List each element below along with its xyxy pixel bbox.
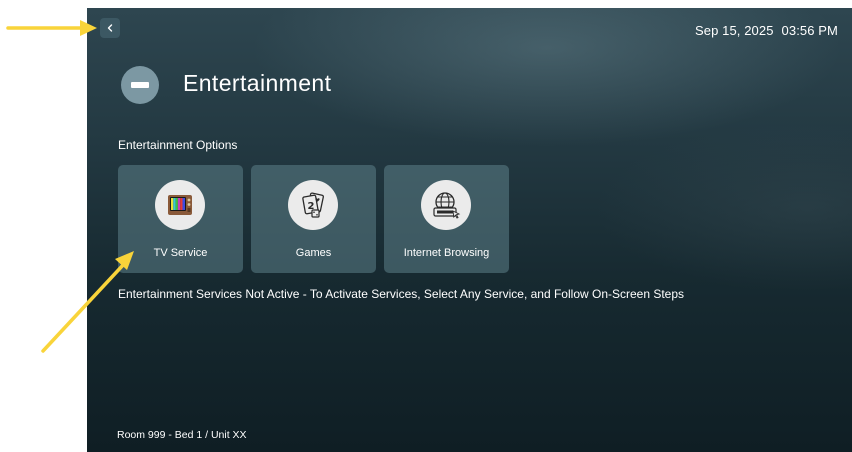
game-cards-icon: 2: [302, 192, 324, 218]
tile-icon-circle: 2: [288, 180, 338, 230]
time-text: 03:56 PM: [781, 23, 838, 38]
page: Sep 15, 2025 03:56 PM Entertainment Enter…: [0, 0, 852, 452]
service-status-notice: Entertainment Services Not Active - To A…: [118, 287, 685, 301]
entertainment-tiles: TV Service 2 Games Internet Browsing: [118, 165, 509, 273]
chevron-left-icon: [107, 24, 113, 32]
entertainment-header-icon: [121, 66, 159, 104]
tv-screen: Sep 15, 2025 03:56 PM Entertainment Enter…: [87, 8, 852, 452]
tile-icon-circle: [155, 180, 205, 230]
tile-icon-circle: [421, 180, 471, 230]
back-button[interactable]: [100, 18, 120, 38]
globe-www-icon: [433, 192, 461, 219]
tile-label: Games: [295, 247, 332, 259]
page-title: Entertainment: [183, 70, 332, 96]
date-time: Sep 15, 2025 03:56 PM: [695, 23, 838, 38]
room-info: Room 999 - Bed 1 / Unit XX: [117, 429, 247, 441]
section-label: Entertainment Options: [118, 138, 238, 152]
annotation-arrow-back: [6, 20, 97, 36]
tile-games[interactable]: 2 Games: [251, 165, 376, 273]
tile-internet-browsing[interactable]: Internet Browsing: [384, 165, 509, 273]
tile-label: TV Service: [153, 247, 208, 259]
tile-tv-service[interactable]: TV Service: [118, 165, 243, 273]
minus-icon: [131, 82, 149, 88]
date-text: Sep 15, 2025: [695, 23, 774, 38]
tv-icon: [168, 195, 192, 215]
tile-label: Internet Browsing: [403, 247, 490, 259]
